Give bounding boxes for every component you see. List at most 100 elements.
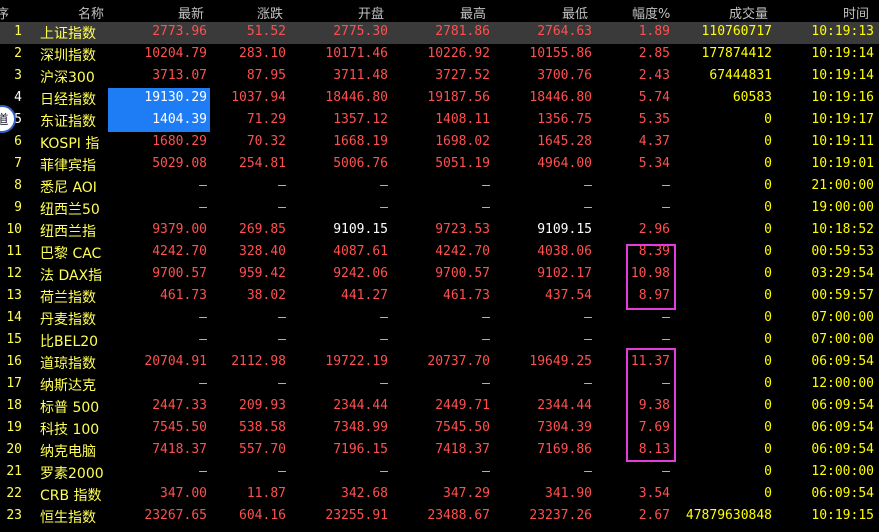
cell-high: 19187.56: [427, 90, 490, 105]
cell-amp: 5.74: [638, 90, 670, 105]
cell-high: 1408.11: [435, 112, 490, 127]
table-row[interactable]: 20 纳克电脑 7418.37 557.70 7196.15 7418.37 7169.86…: [0, 440, 879, 462]
cell-no: 4: [14, 90, 22, 105]
cell-volume: 0: [764, 134, 772, 149]
cell-name: 道琼指数: [40, 356, 96, 372]
header-time[interactable]: 时间: [843, 3, 869, 22]
table-row[interactable]: 9 纽西兰50 — — — — — — 0 19:00:00: [0, 198, 879, 220]
cell-no: 9: [14, 200, 22, 215]
table-row[interactable]: 14 丹麦指数 — — — — — — 0 07:00:00: [0, 308, 879, 330]
table-row[interactable]: 6 KOSPI 指 1680.29 70.32 1668.19 1698.02 1645.2…: [0, 132, 879, 154]
cell-open: 1668.19: [333, 134, 388, 149]
cell-amp: 2.85: [638, 46, 670, 61]
header-low[interactable]: 最低: [562, 3, 588, 22]
header-amplitude[interactable]: 幅度%: [632, 3, 670, 22]
cell-change: 87.95: [246, 68, 286, 83]
highlight-box-europe: [626, 244, 676, 310]
cell-amp: 1.89: [638, 24, 670, 39]
table-row[interactable]: 22 CRB 指数 347.00 11.87 342.68 347.29 341.90 3.5…: [0, 484, 879, 506]
cell-open: 23255.91: [325, 508, 388, 523]
cell-name: CRB 指数: [40, 488, 102, 504]
cell-change: 71.29: [246, 112, 286, 127]
table-row[interactable]: 2 深圳指数 10204.79 283.10 10171.46 10226.92 10155…: [0, 44, 879, 66]
header-volume[interactable]: 成交量: [729, 3, 768, 22]
table-row[interactable]: 13 荷兰指数 461.73 38.02 441.27 461.73 437.54 8.97 0…: [0, 286, 879, 308]
cell-name: 法 DAX指: [40, 268, 103, 284]
cell-name: 荷兰指数: [40, 290, 96, 306]
cell-low: —: [584, 310, 592, 325]
header-change[interactable]: 涨跌: [257, 3, 283, 22]
table-row[interactable]: 17 纳斯达克 — — — — — —0 12:00:00: [0, 374, 879, 396]
cell-time: 06:09:54: [811, 354, 874, 369]
cell-change: 959.42: [239, 266, 286, 281]
cell-time: 03:29:54: [811, 266, 874, 281]
table-row[interactable]: 3 沪深300 3713.07 87.95 3711.48 3727.52 3700.76 2…: [0, 66, 879, 88]
cell-time: 07:00:00: [811, 310, 874, 325]
cell-no: 6: [14, 134, 22, 149]
cell-time: 10:19:16: [811, 90, 874, 105]
cell-change: 538.58: [239, 420, 286, 435]
cell-time: 10:19:17: [811, 112, 874, 127]
cell-volume: 0: [764, 310, 772, 325]
cell-low: —: [584, 178, 592, 193]
table-row[interactable]: 8 悉尼 AOI — — — — — — 0 21:00:00: [0, 176, 879, 198]
table-row[interactable]: 19 科技 100 7545.50 538.58 7348.99 7545.50 7304.…: [0, 418, 879, 440]
cell-no: 12: [6, 266, 22, 281]
cell-volume: 110760717: [701, 24, 772, 39]
cell-open: 9109.15: [333, 222, 388, 237]
cell-open: 9242.06: [333, 266, 388, 281]
table-row[interactable]: 11 巴黎 CAC 4242.70 328.40 4087.61 4242.70 4038.…: [0, 242, 879, 264]
header-latest[interactable]: 最新: [178, 3, 204, 22]
table-row[interactable]: 12 法 DAX指 9700.57 959.42 9242.06 9700.57 9102.…: [0, 264, 879, 286]
header-name[interactable]: 名称: [78, 3, 104, 22]
cell-volume: 0: [764, 464, 772, 479]
cell-latest: —: [199, 464, 207, 479]
cell-change: 209.93: [239, 398, 286, 413]
table-row[interactable]: 1 上证指数 2773.96 51.52 2775.30 2781.86 2764.63 1.…: [0, 22, 879, 44]
cell-latest: —: [199, 332, 207, 347]
table-row[interactable]: 15 比BEL20 — — — — — — 0 07:00:00: [0, 330, 879, 352]
cell-low: 9102.17: [537, 266, 592, 281]
cell-high: 9700.57: [435, 266, 490, 281]
table-row[interactable]: 21 罗素2000 — — — — — — 0 12:00:00: [0, 462, 879, 484]
table-row[interactable]: 7 菲律宾指 5029.08 254.81 5006.76 5051.19 4964.00 5…: [0, 154, 879, 176]
cell-low: 4038.06: [537, 244, 592, 259]
table-row[interactable]: 4 日经指数 19130.29 1037.94 18446.80 19187.56 1844…: [0, 88, 879, 110]
cell-name: 上证指数: [40, 26, 96, 42]
cell-latest: 2773.96: [152, 24, 207, 39]
cell-volume: 0: [764, 376, 772, 391]
cell-volume: 60583: [732, 90, 772, 105]
table-row[interactable]: 16 道琼指数 20704.91 2112.98 19722.19 20737.70 196…: [0, 352, 879, 374]
cell-volume: 0: [764, 420, 772, 435]
cell-change: 328.40: [239, 244, 286, 259]
header-index[interactable]: 序: [0, 3, 9, 22]
cell-change: 2112.98: [231, 354, 286, 369]
cell-latest: 5029.08: [152, 156, 207, 171]
cell-name: 标普 500: [40, 400, 100, 416]
cell-open: —: [380, 178, 388, 193]
table-row[interactable]: 18 标普 500 2447.33 209.93 2344.44 2449.71 2344.…: [0, 396, 879, 418]
header-open[interactable]: 开盘: [358, 3, 384, 22]
cell-open: 19722.19: [325, 354, 388, 369]
cell-low: 3700.76: [537, 68, 592, 83]
table-row[interactable]: 10 纽西兰指 9379.00 269.85 9109.15 9723.53 9109.15…: [0, 220, 879, 242]
cell-open: 441.27: [341, 288, 388, 303]
cell-change: —: [278, 178, 286, 193]
cell-volume: 0: [764, 354, 772, 369]
cell-name: 菲律宾指: [40, 158, 96, 174]
cell-latest: 7545.50: [152, 420, 207, 435]
cell-open: 18446.80: [325, 90, 388, 105]
cell-name: 深圳指数: [40, 48, 96, 64]
cell-latest: 1404.39: [152, 112, 207, 127]
cell-no: 7: [14, 156, 22, 171]
cell-high: —: [482, 464, 490, 479]
cell-volume: 47879630848: [685, 508, 772, 523]
cell-low: —: [584, 200, 592, 215]
header-high[interactable]: 最高: [460, 3, 486, 22]
cell-change: 70.32: [246, 134, 286, 149]
cell-time: 19:00:00: [811, 200, 874, 215]
cell-latest: 2447.33: [152, 398, 207, 413]
table-row[interactable]: 5 东证指数 1404.39 71.29 1357.12 1408.11 1356.75 5.…: [0, 110, 879, 132]
cell-open: —: [380, 310, 388, 325]
table-row[interactable]: 23 恒生指数 23267.65 604.16 23255.91 23488.67 2323…: [0, 506, 879, 528]
